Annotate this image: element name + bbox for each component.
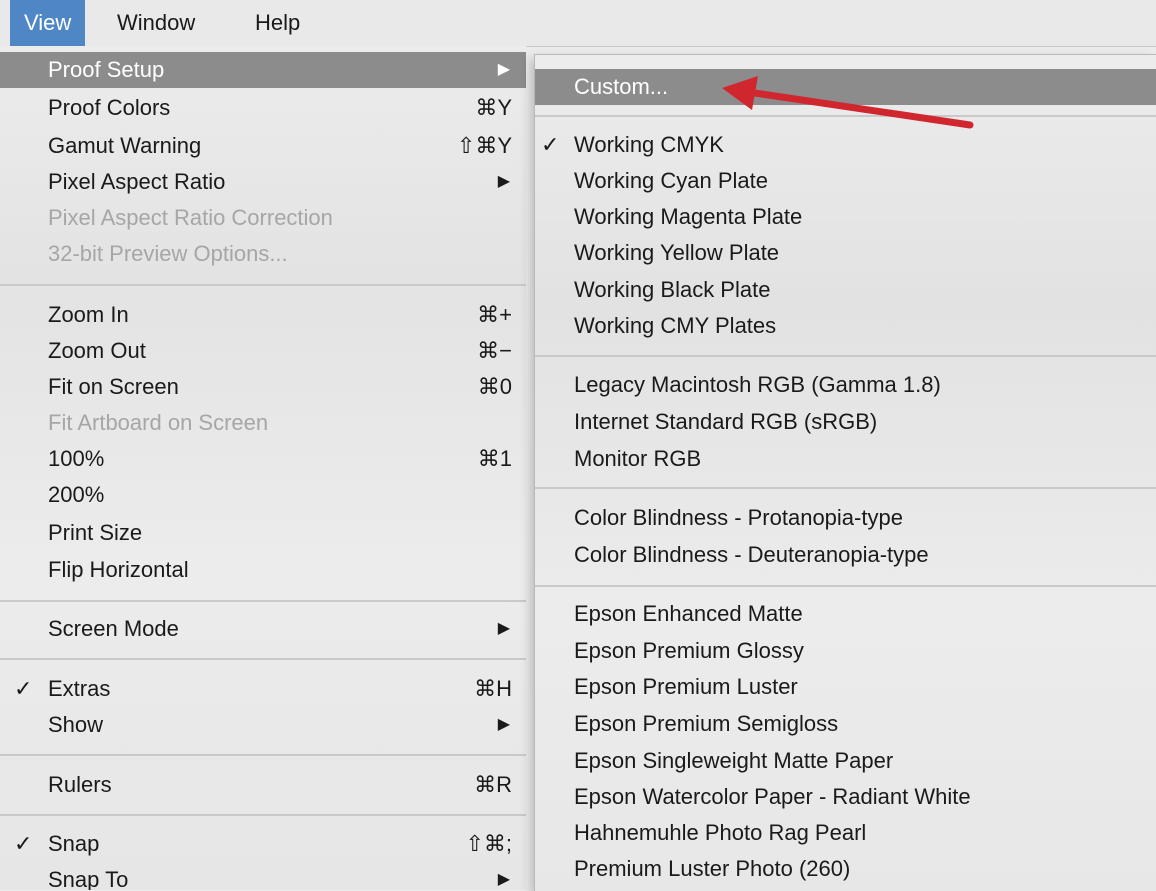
annotation-arrow-icon [722,76,974,129]
